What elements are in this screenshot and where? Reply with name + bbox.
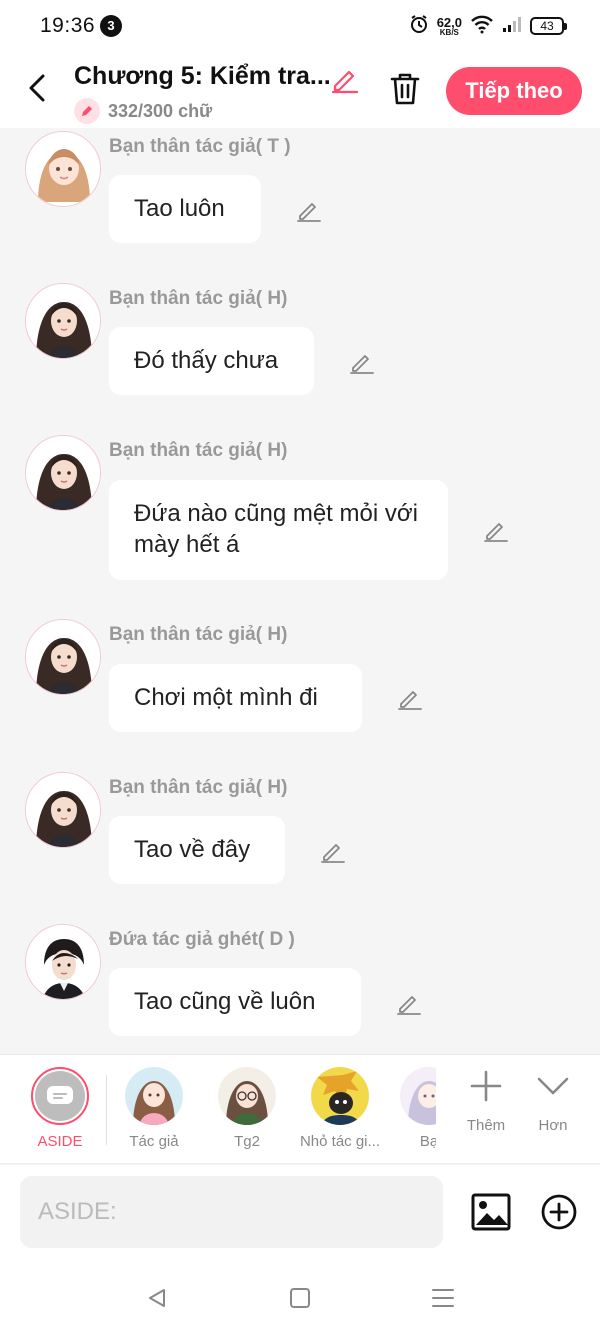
character-ban[interactable]: Bạ bbox=[390, 1067, 436, 1157]
avatar bbox=[311, 1067, 369, 1125]
word-count-text: 332/300 chữ bbox=[108, 100, 213, 121]
edit-message-button[interactable] bbox=[349, 349, 375, 375]
message-bubble[interactable]: Tao về đây bbox=[109, 816, 285, 884]
message-bubble[interactable]: Tao cũng về luôn bbox=[109, 968, 361, 1036]
avatar[interactable] bbox=[25, 131, 101, 207]
trash-icon bbox=[390, 73, 420, 105]
avatar bbox=[218, 1067, 276, 1125]
speaker-name: Bạn thân tác giả( H) bbox=[109, 440, 288, 461]
character-aside[interactable]: ASIDE bbox=[15, 1067, 105, 1157]
next-button[interactable]: Tiếp theo bbox=[446, 67, 582, 115]
aside-avatar bbox=[31, 1067, 89, 1125]
alarm-icon bbox=[409, 14, 429, 39]
character-label: Tg2 bbox=[234, 1133, 260, 1150]
square-home-icon bbox=[290, 1288, 310, 1308]
edit-title-button[interactable] bbox=[330, 64, 360, 94]
more-button[interactable]: Hơn bbox=[523, 1069, 583, 1134]
insert-image-button[interactable] bbox=[470, 1191, 512, 1233]
wifi-icon bbox=[470, 14, 494, 39]
pencil-icon bbox=[331, 70, 359, 94]
avatar bbox=[400, 1067, 436, 1125]
pencil-icon bbox=[350, 355, 374, 374]
pencil-icon bbox=[321, 844, 345, 863]
edit-message-button[interactable] bbox=[320, 838, 346, 864]
pencil-badge-icon bbox=[74, 98, 100, 124]
character-tac-gia[interactable]: Tác giả bbox=[109, 1067, 199, 1157]
edit-message-button[interactable] bbox=[396, 990, 422, 1016]
back-button[interactable] bbox=[22, 70, 52, 106]
avatar[interactable] bbox=[25, 772, 101, 848]
avatar[interactable] bbox=[25, 924, 101, 1000]
status-bar: 19:36 3 62,0 KB/S 43 bbox=[0, 0, 600, 52]
chevron-down-icon bbox=[537, 1077, 569, 1095]
chapter-title[interactable]: Chương 5: Kiểm tra... bbox=[74, 62, 331, 91]
more-label: Hơn bbox=[538, 1117, 568, 1134]
network-speed-unit: KB/S bbox=[439, 27, 459, 37]
add-button[interactable] bbox=[540, 1193, 578, 1231]
system-nav-bar bbox=[0, 1261, 600, 1333]
edit-message-button[interactable] bbox=[397, 685, 423, 711]
signal-icon bbox=[502, 15, 522, 38]
avatar[interactable] bbox=[25, 619, 101, 695]
character-label: ASIDE bbox=[37, 1133, 83, 1150]
speaker-name: Bạn thân tác giả( T ) bbox=[109, 136, 291, 157]
speaker-name: Bạn thân tác giả( H) bbox=[109, 777, 288, 798]
nav-menu-button[interactable] bbox=[428, 1283, 458, 1313]
character-label: Nhỏ tác gi... bbox=[299, 1133, 381, 1150]
editor-header: Chương 5: Kiểm tra... 332/300 chữ Tiếp t… bbox=[0, 52, 600, 128]
add-character-button[interactable]: Thêm bbox=[456, 1069, 516, 1134]
pencil-icon bbox=[484, 523, 508, 542]
character-nho-tac-gia[interactable]: Nhỏ tác gi... bbox=[295, 1067, 385, 1157]
message-bubble[interactable]: Chơi một mình đi bbox=[109, 664, 362, 732]
network-speed: 62,0 KB/S bbox=[437, 16, 462, 37]
avatar[interactable] bbox=[25, 283, 101, 359]
word-count: 332/300 chữ bbox=[74, 98, 212, 124]
character-tg2[interactable]: Tg2 bbox=[202, 1067, 292, 1157]
notification-count-badge: 3 bbox=[100, 15, 122, 37]
message-bubble[interactable]: Tao luôn bbox=[109, 175, 261, 243]
nav-back-button[interactable] bbox=[142, 1283, 172, 1313]
avatar[interactable] bbox=[25, 435, 101, 511]
pencil-icon bbox=[297, 203, 321, 222]
plus-icon bbox=[470, 1070, 502, 1102]
status-icons: 62,0 KB/S 43 bbox=[409, 12, 567, 40]
chat-list[interactable]: Bạn thân tác giả( T ) Tao luôn Bạn thân … bbox=[0, 128, 600, 1054]
plus-circle-icon bbox=[541, 1194, 577, 1230]
character-label: Bạ bbox=[419, 1133, 436, 1150]
status-time: 19:36 bbox=[40, 14, 96, 37]
message-bubble[interactable]: Đứa nào cũng mệt mỏi với mày hết á bbox=[109, 480, 448, 580]
edit-message-button[interactable] bbox=[483, 517, 509, 543]
battery-icon: 43 bbox=[530, 17, 567, 35]
character-partial-clip: Bạ bbox=[390, 1055, 436, 1165]
network-speed-value: 62,0 bbox=[436, 14, 462, 30]
speaker-name: Bạn thân tác giả( H) bbox=[109, 624, 288, 645]
triangle-back-icon bbox=[149, 1289, 165, 1307]
character-selector: ASIDE Tác giả Tg2 Nhỏ tác gi... Bạ Thêm bbox=[0, 1054, 600, 1164]
nav-home-button[interactable] bbox=[285, 1283, 315, 1313]
avatar bbox=[125, 1067, 183, 1125]
menu-lines-icon bbox=[432, 1289, 454, 1307]
pencil-icon bbox=[397, 996, 421, 1015]
image-icon bbox=[471, 1193, 511, 1231]
speech-bubble-icon bbox=[47, 1086, 73, 1104]
add-label: Thêm bbox=[466, 1117, 506, 1134]
speaker-name: Bạn thân tác giả( H) bbox=[109, 288, 288, 309]
message-bubble[interactable]: Đó thấy chưa bbox=[109, 327, 314, 395]
message-input[interactable] bbox=[20, 1176, 443, 1248]
edit-message-button[interactable] bbox=[296, 197, 322, 223]
pencil-icon bbox=[398, 691, 422, 710]
speaker-name: Đứa tác giả ghét( D ) bbox=[109, 929, 295, 950]
delete-button[interactable] bbox=[386, 70, 424, 108]
chevron-left-icon bbox=[29, 74, 45, 102]
composer bbox=[0, 1165, 600, 1261]
divider bbox=[106, 1075, 107, 1145]
character-label: Tác giả bbox=[129, 1133, 179, 1150]
